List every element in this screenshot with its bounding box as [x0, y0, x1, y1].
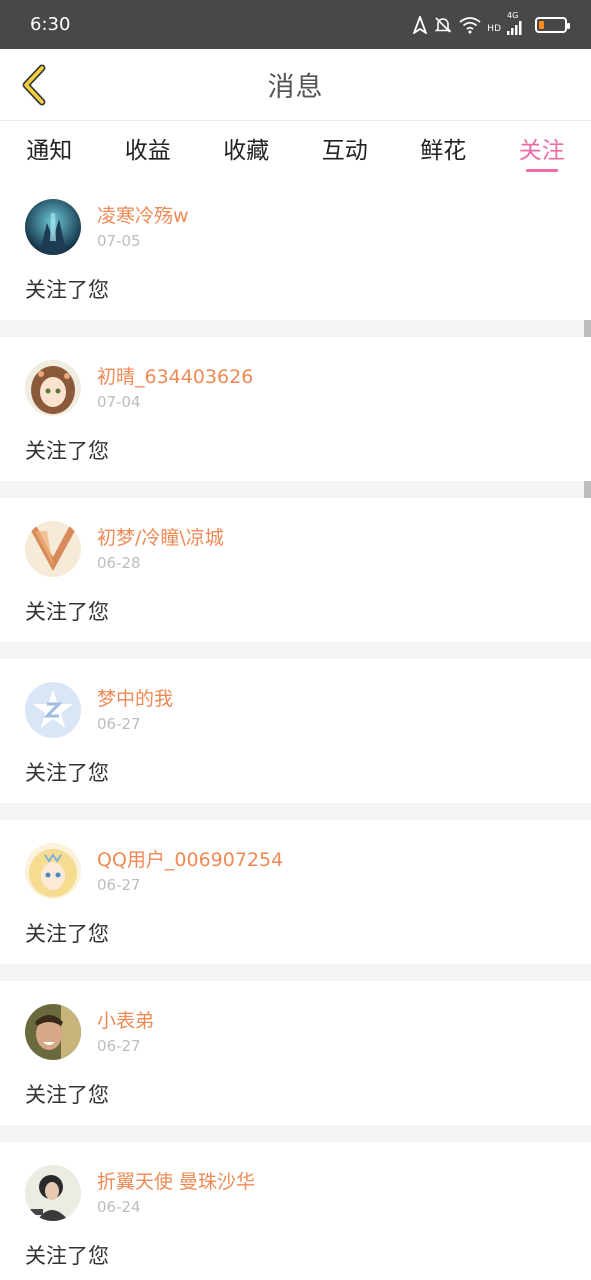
- follow-date: 06-28: [97, 554, 141, 572]
- network-label: 4G: [507, 10, 519, 20]
- username[interactable]: 凌寒冷殇w: [97, 204, 189, 228]
- chevron-left-icon: [22, 64, 46, 106]
- username[interactable]: 小表弟: [97, 1009, 154, 1033]
- username[interactable]: 梦中的我: [97, 687, 173, 711]
- follow-message: 关注了您: [25, 439, 109, 463]
- follow-date: 07-05: [97, 232, 141, 250]
- follow-message: 关注了您: [25, 761, 109, 785]
- follow-date: 07-04: [97, 393, 141, 411]
- status-bar: 6:30 HD 4G: [0, 0, 591, 49]
- status-icons: HD 4G: [413, 11, 570, 35]
- follow-list: 凌寒冷殇w 07-05 关注了您 初晴_634403626 07-04 关注了您…: [0, 176, 591, 1280]
- status-time: 6:30: [30, 14, 71, 35]
- avatar[interactable]: [25, 360, 81, 416]
- list-item[interactable]: 初梦/冷瞳\凉城 06-28 关注了您: [0, 498, 591, 642]
- back-button[interactable]: [14, 61, 54, 109]
- tab-flowers[interactable]: 鲜花: [394, 131, 493, 176]
- follow-message: 关注了您: [25, 600, 109, 624]
- tab-favorites[interactable]: 收藏: [197, 131, 296, 176]
- list-item[interactable]: 凌寒冷殇w 07-05 关注了您: [0, 176, 591, 320]
- tab-interactions[interactable]: 互动: [296, 131, 395, 176]
- top-nav-bar: 消息: [0, 49, 591, 121]
- avatar[interactable]: [25, 843, 81, 899]
- list-item[interactable]: QQ用户_006907254 06-27 关注了您: [0, 820, 591, 964]
- list-item[interactable]: 折翼天使 曼珠沙华 06-24 关注了您: [0, 1142, 591, 1280]
- follow-date: 06-27: [97, 876, 141, 894]
- follow-message: 关注了您: [25, 278, 109, 302]
- signal-icon: 4G: [507, 11, 525, 35]
- follow-date: 06-27: [97, 1037, 141, 1055]
- hd-label: HD: [487, 23, 501, 34]
- navigation-icon: [413, 15, 428, 34]
- list-item[interactable]: 小表弟 06-27 关注了您: [0, 981, 591, 1125]
- wifi-icon: [459, 16, 481, 33]
- battery-icon: [535, 16, 570, 33]
- follow-date: 06-27: [97, 715, 141, 733]
- follow-message: 关注了您: [25, 1244, 109, 1268]
- avatar[interactable]: [25, 1165, 81, 1221]
- bell-muted-icon: [434, 16, 452, 33]
- tab-bar: 通知 收益 收藏 互动 鲜花 关注: [0, 121, 591, 176]
- avatar[interactable]: [25, 521, 81, 577]
- follow-message: 关注了您: [25, 1083, 109, 1107]
- username[interactable]: 初梦/冷瞳\凉城: [97, 526, 224, 550]
- list-item[interactable]: 梦中的我 06-27 关注了您: [0, 659, 591, 803]
- page-title: 消息: [267, 72, 324, 103]
- tab-earnings[interactable]: 收益: [99, 131, 198, 176]
- username[interactable]: QQ用户_006907254: [97, 848, 283, 872]
- tab-notifications[interactable]: 通知: [0, 131, 99, 176]
- follow-message: 关注了您: [25, 922, 109, 946]
- username[interactable]: 初晴_634403626: [97, 365, 253, 389]
- avatar[interactable]: [25, 682, 81, 738]
- username[interactable]: 折翼天使 曼珠沙华: [97, 1170, 255, 1194]
- list-item[interactable]: 初晴_634403626 07-04 关注了您: [0, 337, 591, 481]
- avatar[interactable]: [25, 199, 81, 255]
- avatar[interactable]: [25, 1004, 81, 1060]
- follow-date: 06-24: [97, 1198, 141, 1216]
- tab-following[interactable]: 关注: [493, 131, 591, 176]
